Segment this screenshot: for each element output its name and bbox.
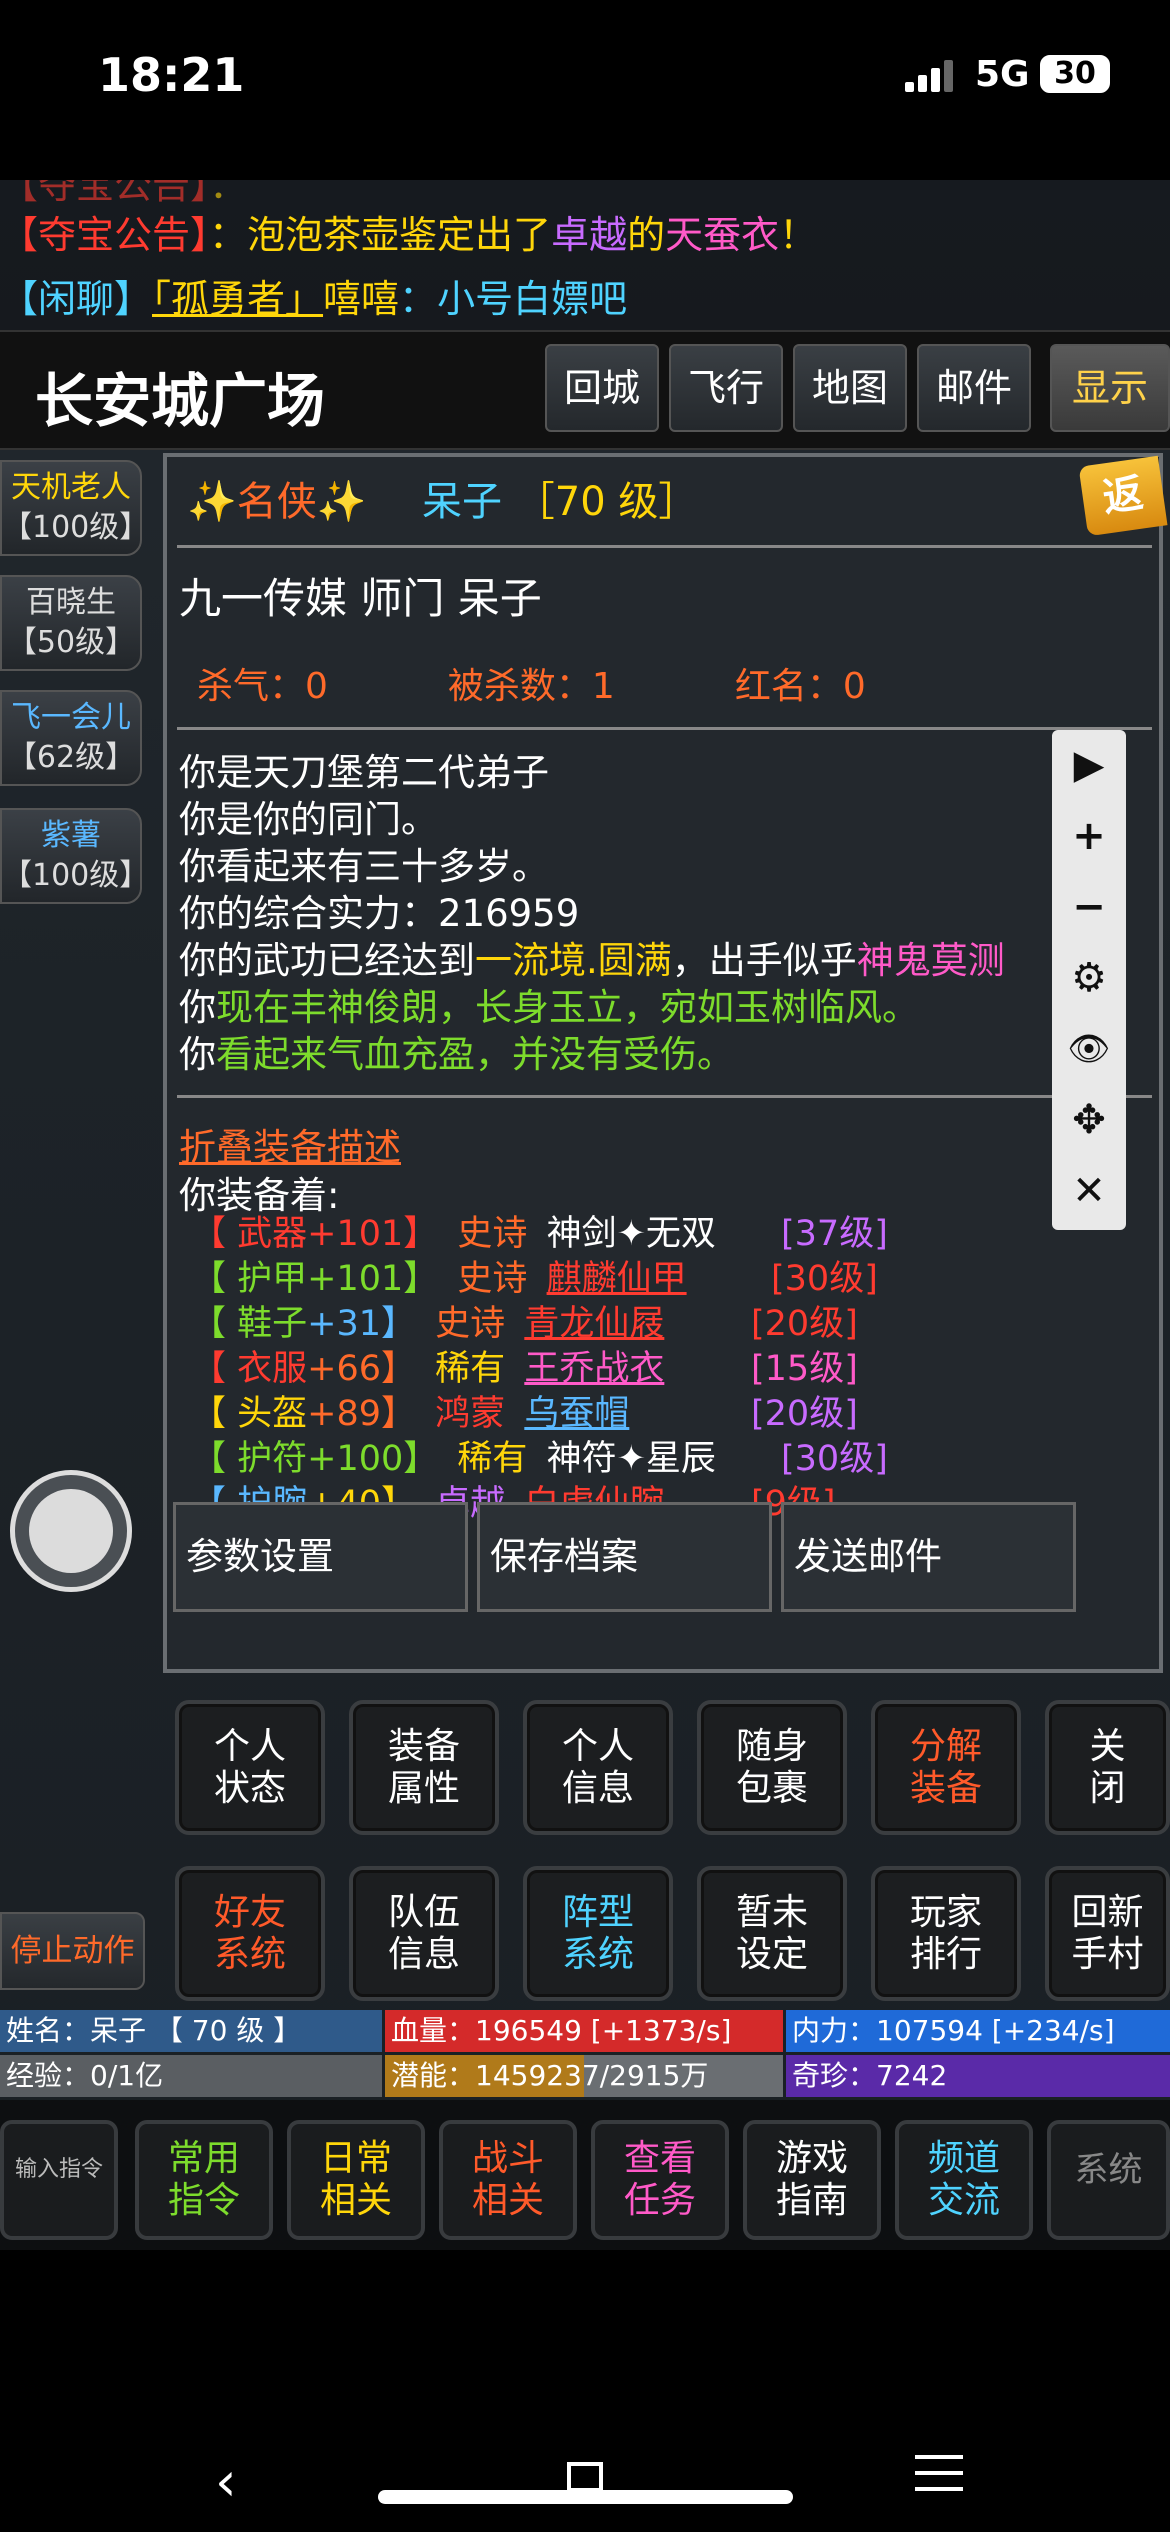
combat-button[interactable]: 战斗 相关 [439, 2120, 577, 2240]
fold-equipment-link[interactable]: 折叠装备描述 [179, 1117, 401, 1171]
mp-bar: 内力：107594 [+234/s] [786, 2010, 1170, 2052]
divider [177, 727, 1152, 730]
stop-action-button[interactable]: 停止动作 [0, 1912, 145, 1990]
equipment-item[interactable]: 王乔战衣 [524, 1349, 664, 1389]
chat-player: 泡泡茶壶 [247, 213, 400, 257]
game-guide-button[interactable]: 游戏 指南 [743, 2120, 881, 2240]
equipment-item[interactable]: 青龙仙屐 [524, 1304, 664, 1344]
input-command-button[interactable]: 输入指令 [0, 2120, 118, 2240]
settings-icon[interactable]: ⚙ [1052, 943, 1126, 1013]
team-info-button[interactable]: 队伍 信息 [349, 1866, 499, 2001]
character-level: ［70 级］ [514, 479, 699, 525]
personal-status-button[interactable]: 个人 状态 [175, 1700, 325, 1835]
send-mail-button[interactable]: 发送邮件 [781, 1502, 1076, 1612]
chat-channel: 【闲聊】 [0, 277, 153, 321]
npc-tianji[interactable]: 天机老人 【100级】 [0, 460, 149, 556]
close-panel-button[interactable]: 关闭 [1045, 1700, 1170, 1835]
signal-icon [905, 60, 953, 92]
personal-info-button[interactable]: 个人 信息 [523, 1700, 673, 1835]
formation-button[interactable]: 阵型 系统 [523, 1866, 673, 2001]
chat-channel: 【夺宝公告】 [0, 213, 210, 257]
channel-chat-button[interactable]: 频道 交流 [895, 2120, 1033, 2240]
affiliation: 九一传媒 师门 呆子 [179, 574, 542, 623]
unset-button[interactable]: 暂未 设定 [697, 1866, 847, 2001]
back-logo[interactable]: 返 [1078, 455, 1168, 537]
npc-baixiaosheng[interactable]: 百晓生 【50级】 [0, 575, 142, 671]
floating-toolbar: ▶ + − ⚙ 👁 ✥ ✕ [1052, 730, 1126, 1230]
display-button[interactable]: 显示 [1050, 344, 1170, 432]
pk-stats: 杀气：0 被杀数：1 红名：0 [197, 666, 866, 707]
chat-player[interactable]: 「孤勇者」 [152, 277, 323, 321]
fly-button[interactable]: 飞行 [669, 344, 783, 432]
chat-line: 【闲聊】「孤勇者」嘻嘻：小号白嫖吧 [0, 277, 628, 321]
zoom-out-icon[interactable]: − [1052, 872, 1126, 942]
phone-status-bar: 18:21 5G 30 [0, 0, 1170, 180]
character-info-panel: ✨名侠✨ 呆子 ［70 级］ 返 九一传媒 师门 呆子 杀气：0 被杀数：1 红名：… [163, 453, 1168, 1673]
clock: 18:21 [98, 48, 245, 102]
character-description: 你是天刀堡第二代弟子 你是你的同门。 你看起来有三十多岁。 你的综合实力：216… [179, 751, 1005, 1076]
joystick-knob[interactable] [29, 1489, 113, 1573]
joystick[interactable] [10, 1470, 132, 1592]
equipment-row: 【 武器+101】 史诗 神剑✦无双 [37级] [191, 1214, 888, 1254]
exp-bar: 经验：0/1亿 [0, 2055, 382, 2097]
system-gear-button[interactable]: 系统 [1047, 2120, 1170, 2240]
game-screen: 【夺宝公告】： 【夺宝公告】：泡泡茶壶鉴定出了卓越的天蚕衣！ 【闲聊】「孤勇者」… [0, 180, 1170, 2250]
home-indicator[interactable] [378, 2490, 793, 2504]
equipment-item[interactable]: 麒麟仙甲 [547, 1259, 687, 1299]
equipment-row: 【 护符+100】 稀有 神符✦星辰 [30级] [191, 1439, 888, 1479]
character-title: ✨名侠✨ 呆子 ［70 级］ [187, 479, 699, 525]
npc-feiyihuier[interactable]: 飞一会儿 【62级】 [0, 690, 142, 786]
chat-log[interactable]: 【夺宝公告】： 【夺宝公告】：泡泡茶壶鉴定出了卓越的天蚕衣！ 【闲聊】「孤勇者」… [0, 180, 1170, 330]
inventory-button[interactable]: 随身 包裹 [697, 1700, 847, 1835]
hp-bar: 血量：196549 [+1373/s] [385, 2010, 783, 2052]
player-name-bar: 姓名：呆子 【 70 级 】 [0, 2010, 382, 2052]
view-quests-button[interactable]: 查看 任务 [591, 2120, 729, 2240]
equipment-row: 【 鞋子+31】 史诗 青龙仙屐 [20级] [191, 1304, 858, 1344]
play-icon[interactable]: ▶ [1052, 730, 1126, 800]
chat-line: 【夺宝公告】：泡泡茶壶鉴定出了卓越的天蚕衣！ [0, 213, 818, 257]
eye-icon[interactable]: 👁 [1052, 1014, 1126, 1084]
location-bar: 长安城广场 回城 飞行 地图 邮件 显示 [0, 330, 1170, 450]
nav-menu-icon[interactable] [915, 2455, 963, 2493]
return-newbie-village-button[interactable]: 回新 手村 [1045, 1866, 1170, 2001]
move-icon[interactable]: ✥ [1052, 1085, 1126, 1155]
equipment-list: 【 武器+101】 史诗 神剑✦无双 [37级] 【 护甲+101】 史诗 麒麟… [191, 1212, 888, 1527]
map-button[interactable]: 地图 [793, 344, 907, 432]
equipment-row: 【 护甲+101】 史诗 麒麟仙甲 [30级] [191, 1259, 878, 1299]
equipment-item[interactable]: 神符✦星辰 [547, 1439, 716, 1479]
settings-button[interactable]: 参数设置 [173, 1502, 468, 1612]
location-name: 长安城广场 [35, 367, 326, 435]
friends-button[interactable]: 好友 系统 [175, 1866, 325, 2001]
disassemble-button[interactable]: 分解 装备 [871, 1700, 1021, 1835]
equipment-item[interactable]: 神剑✦无双 [547, 1214, 716, 1254]
android-nav-bar: ‹ [0, 2250, 1170, 2532]
return-city-button[interactable]: 回城 [545, 344, 659, 432]
equipment-intro: 你装备着: [179, 1174, 340, 1217]
equipment-attributes-button[interactable]: 装备 属性 [349, 1700, 499, 1835]
equipment-row: 【 衣服+66】 稀有 王乔战衣 [15级] [191, 1349, 858, 1389]
battery-icon: 30 [1040, 55, 1110, 93]
nav-back-icon[interactable]: ‹ [215, 2450, 237, 2513]
close-icon[interactable]: ✕ [1052, 1156, 1126, 1226]
common-commands-button[interactable]: 常用 指令 [135, 2120, 273, 2240]
equipment-item[interactable]: 乌蚕帽 [524, 1394, 629, 1434]
character-name: 呆子 [422, 479, 503, 525]
rare-bar: 奇珍：7242 [786, 2055, 1170, 2097]
nav-home-icon[interactable] [567, 2462, 603, 2492]
save-button[interactable]: 保存档案 [477, 1502, 772, 1612]
equipment-row: 【 头盔+89】 鸿蒙 乌蚕帽 [20级] [191, 1394, 858, 1434]
daily-button[interactable]: 日常 相关 [287, 2120, 425, 2240]
network-label: 5G [975, 54, 1030, 95]
divider [177, 545, 1152, 548]
bottom-menu: 输入指令 常用 指令 日常 相关 战斗 相关 查看 任务 游戏 指南 频道 交流 系统 [0, 2100, 1170, 2250]
npc-zishu[interactable]: 紫薯 【100级】 [0, 808, 149, 904]
mail-button[interactable]: 邮件 [917, 344, 1031, 432]
player-ranking-button[interactable]: 玩家 排行 [871, 1866, 1021, 2001]
potential-bar: 潜能：1459237/2915万 [385, 2055, 783, 2097]
divider [177, 1095, 1152, 1098]
zoom-in-icon[interactable]: + [1052, 801, 1126, 871]
